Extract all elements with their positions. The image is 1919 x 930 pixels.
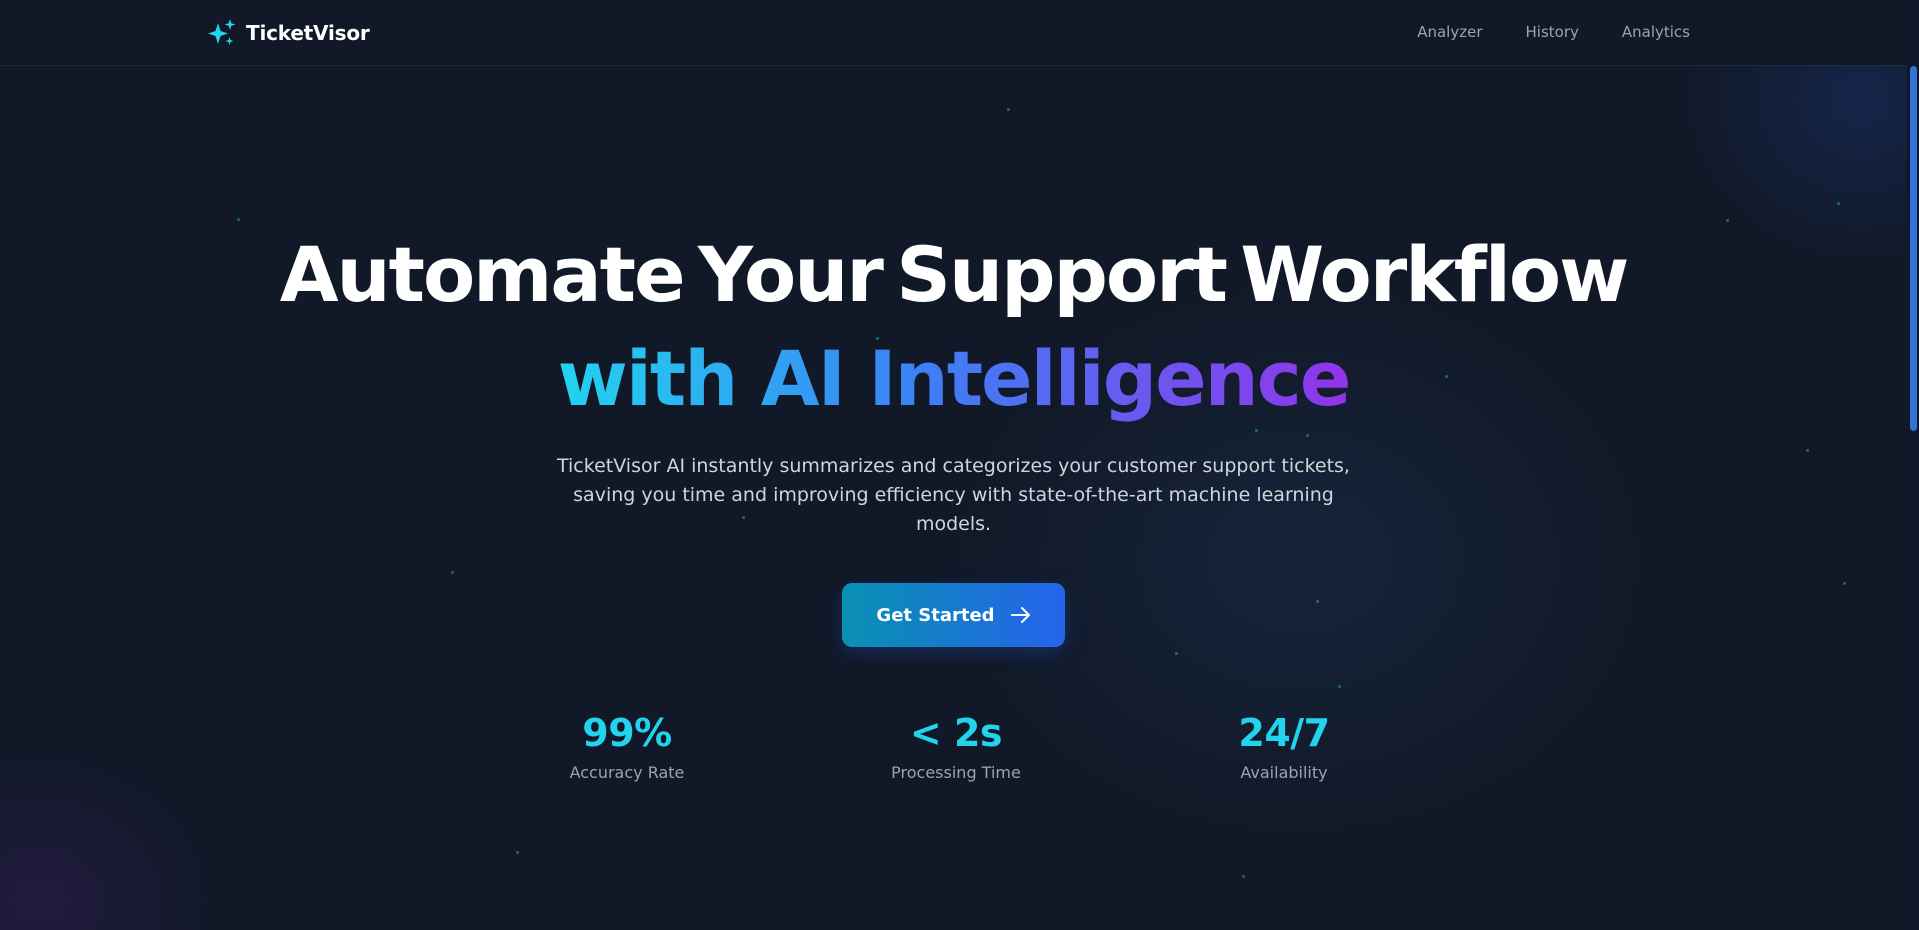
get-started-button[interactable]: Get Started <box>842 583 1065 647</box>
stat-processing-time: < 2s Processing Time <box>836 708 1076 784</box>
page-scrollbar[interactable] <box>1907 0 1919 930</box>
get-started-label: Get Started <box>876 604 995 626</box>
particle-dot <box>1175 652 1178 655</box>
stat-label: Availability <box>1240 763 1328 782</box>
particle-dot <box>1242 875 1245 878</box>
particle-dot <box>1338 685 1341 688</box>
stat-label: Processing Time <box>891 763 1021 782</box>
brand-logo[interactable]: TicketVisor <box>206 17 370 49</box>
page: TicketVisor Analyzer History Analytics A… <box>0 0 1919 930</box>
hero-headline-gradient: with AI Intelligence <box>558 324 1352 434</box>
nav-link-analyzer[interactable]: Analyzer <box>1417 23 1482 41</box>
top-navbar: TicketVisor Analyzer History Analytics <box>0 0 1907 66</box>
sparkles-icon <box>206 17 238 49</box>
particle-dot <box>1837 202 1840 205</box>
nav-link-history[interactable]: History <box>1526 23 1579 41</box>
particle-dot <box>1007 108 1010 111</box>
stat-availability: 24/7 Availability <box>1164 708 1404 784</box>
brand-name: TicketVisor <box>246 21 370 45</box>
stat-value: 24/7 <box>1238 711 1330 755</box>
stat-value: 99% <box>582 711 672 755</box>
stat-value: < 2s <box>909 711 1003 755</box>
stat-label: Accuracy Rate <box>569 763 685 782</box>
hero-section: Automate Your Support Workflow with AI I… <box>0 220 1907 647</box>
scrollbar-thumb[interactable] <box>1910 66 1917 431</box>
hero-description: TicketVisor AI instantly summarizes and … <box>557 455 1350 535</box>
arrow-right-icon <box>1009 603 1033 627</box>
nav-links: Analyzer History Analytics <box>1417 23 1690 41</box>
stat-accuracy: 99% Accuracy Rate <box>507 708 747 784</box>
particle-dot <box>516 851 519 854</box>
hero-headline: Automate Your Support Workflow <box>279 230 1630 319</box>
nav-link-analytics[interactable]: Analytics <box>1622 23 1690 41</box>
